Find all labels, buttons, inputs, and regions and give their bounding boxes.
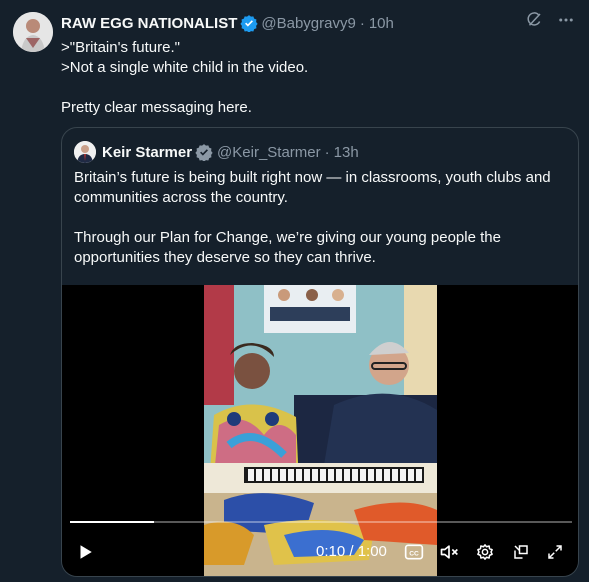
quote-author-name[interactable]: Keir Starmer <box>102 144 192 161</box>
quoted-tweet[interactable]: Keir Starmer @Keir_Starmer · 13h Britain… <box>61 127 579 577</box>
header-actions <box>525 11 575 29</box>
quote-text: Britain’s future is being built right no… <box>74 169 551 266</box>
captions-icon[interactable]: CC <box>399 537 429 567</box>
video-controls: 0:10 / 1:00 CC <box>62 537 578 567</box>
quote-author-handle[interactable]: @Keir_Starmer <box>217 144 321 161</box>
grok-icon[interactable] <box>525 11 543 29</box>
quote-header: Keir Starmer @Keir_Starmer · 13h <box>74 140 359 164</box>
video-timecode: 0:10 / 1:00 <box>316 543 387 560</box>
video-player[interactable]: 0:10 / 1:00 CC <box>62 285 578 576</box>
settings-icon[interactable] <box>470 537 500 567</box>
progress-bar[interactable] <box>70 521 572 523</box>
quote-time[interactable]: 13h <box>334 144 359 161</box>
popout-icon[interactable] <box>506 537 536 567</box>
tweet[interactable]: RAW EGG NATIONALIST @Babygravy9 · 10h >"… <box>0 0 589 582</box>
tweet-header: RAW EGG NATIONALIST @Babygravy9 · 10h <box>61 11 575 33</box>
verified-badge-icon <box>240 14 259 33</box>
avatar[interactable] <box>13 12 53 52</box>
tweet-text: >"Britain's future." >Not a single white… <box>61 39 309 116</box>
svg-text:CC: CC <box>409 550 419 557</box>
separator-dot: · <box>359 14 365 32</box>
verified-badge-icon <box>195 143 213 162</box>
quote-avatar[interactable] <box>74 141 96 163</box>
more-icon[interactable] <box>557 11 575 29</box>
author-name[interactable]: RAW EGG NATIONALIST <box>61 15 237 32</box>
separator-dot: · <box>324 143 330 161</box>
video-frame <box>204 285 437 576</box>
author-handle[interactable]: @Babygravy9 <box>261 15 355 32</box>
fullscreen-icon[interactable] <box>540 537 570 567</box>
play-icon[interactable] <box>70 537 100 567</box>
mute-icon[interactable] <box>434 537 464 567</box>
tweet-time[interactable]: 10h <box>369 15 394 32</box>
progress-fill <box>70 521 154 523</box>
